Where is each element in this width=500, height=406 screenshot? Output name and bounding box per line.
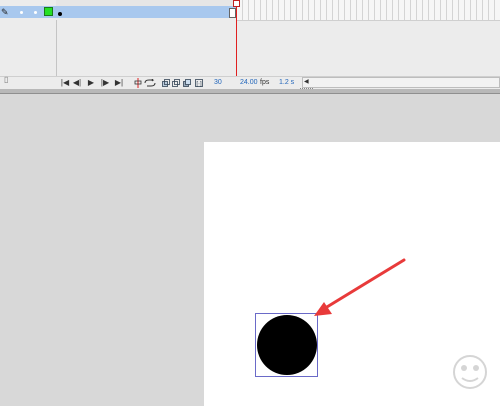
playhead[interactable] <box>233 0 240 7</box>
annotation-arrow <box>314 258 406 316</box>
frames-divider <box>237 20 500 21</box>
lock-dot-icon[interactable] <box>34 11 37 14</box>
edit-multiple-frames-icon[interactable] <box>183 79 191 87</box>
play-button[interactable]: ▶ <box>86 78 96 87</box>
go-to-first-frame-button[interactable]: |◀ <box>60 78 70 87</box>
frame-rate-value[interactable]: 24.00 <box>240 78 258 87</box>
frame-rate-label: fps <box>260 79 270 86</box>
keyframe-dot[interactable] <box>58 12 62 16</box>
go-to-last-frame-button[interactable]: ▶| <box>114 78 124 87</box>
center-frame-icon[interactable] <box>134 78 142 88</box>
watermark-logo <box>453 355 487 389</box>
step-back-button[interactable]: ◀| <box>72 78 82 87</box>
loop-icon[interactable] <box>144 79 156 87</box>
trash-icon[interactable]: ▯ <box>4 76 14 84</box>
timeline-frames[interactable] <box>237 0 500 20</box>
step-forward-button[interactable]: |▶ <box>100 78 110 87</box>
pencil-icon[interactable]: ✎ <box>1 7 11 17</box>
timeline-horizontal-scrollbar[interactable] <box>302 77 500 88</box>
playhead-line <box>236 0 237 76</box>
frame-span-end[interactable] <box>229 8 236 18</box>
current-frame-number[interactable]: 30 <box>214 78 222 87</box>
onion-skin-icon[interactable] <box>162 79 170 87</box>
scroll-left-arrow-icon[interactable]: ◀ <box>304 78 310 87</box>
onion-markers-icon[interactable]: [·] <box>195 79 203 87</box>
layer-panel-divider <box>56 20 57 76</box>
outline-square-icon[interactable] <box>44 7 53 16</box>
svg-text:[·]: [·] <box>196 82 202 88</box>
elapsed-time-value[interactable]: 1.2 s <box>279 78 294 87</box>
onion-outline-icon[interactable] <box>172 79 180 87</box>
visibility-dot-icon[interactable] <box>20 11 23 14</box>
